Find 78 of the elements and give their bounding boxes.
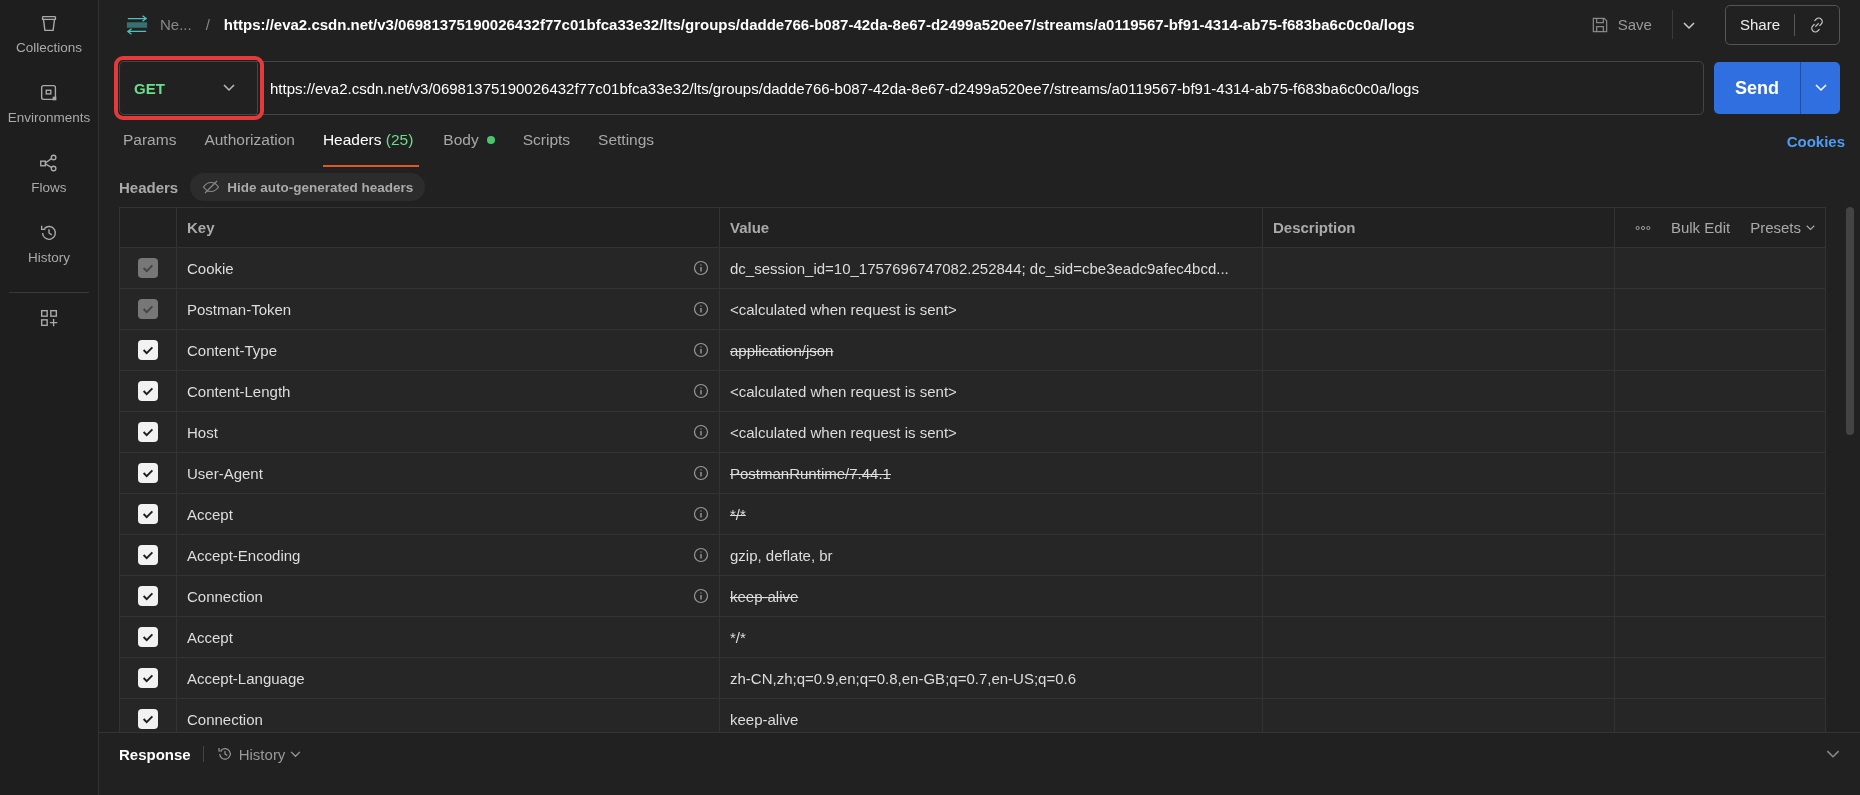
share-button[interactable]: Share bbox=[1725, 5, 1794, 44]
table-cell: keep-alive bbox=[730, 587, 799, 605]
table-cell: Connection bbox=[187, 587, 263, 605]
tab[interactable]: Headers (25) bbox=[322, 115, 420, 167]
response-title: Response bbox=[119, 745, 191, 763]
save-button[interactable]: Save bbox=[1579, 14, 1662, 35]
info-icon[interactable] bbox=[693, 506, 709, 522]
table-cell: dc_session_id=10_1757696747082.252844; dc_sid=cbe3eadc9afec4bcd... bbox=[730, 259, 1229, 277]
table-cell: Accept bbox=[187, 505, 233, 523]
table-cell: <calculated when request is sent> bbox=[730, 300, 957, 318]
table-cell: PostmanRuntime/7.44.1 bbox=[730, 464, 891, 482]
apps-add-icon[interactable] bbox=[38, 307, 60, 329]
hide-headers-toggle[interactable]: Hide auto-generated headers bbox=[190, 173, 426, 201]
info-icon[interactable] bbox=[693, 588, 709, 604]
column-header: Key bbox=[177, 208, 720, 247]
checkbox[interactable] bbox=[138, 709, 158, 729]
table-cell: Content-Type bbox=[187, 341, 278, 359]
info-icon[interactable] bbox=[693, 383, 709, 399]
checkbox[interactable] bbox=[138, 668, 158, 688]
history-icon bbox=[215, 745, 234, 763]
info-icon[interactable] bbox=[693, 424, 709, 440]
caret-icon bbox=[290, 750, 302, 758]
table-cell: keep-alive bbox=[730, 710, 799, 728]
table-cell: Accept-Encoding bbox=[187, 546, 301, 564]
checkbox[interactable] bbox=[138, 545, 158, 565]
caret-icon bbox=[1814, 84, 1827, 92]
table-cell: */* bbox=[730, 505, 746, 523]
info-icon[interactable] bbox=[693, 342, 709, 358]
checkbox[interactable] bbox=[138, 627, 158, 647]
info-icon[interactable] bbox=[693, 547, 709, 563]
table-cell: Postman-Token bbox=[187, 300, 292, 318]
checkbox[interactable] bbox=[138, 340, 158, 360]
bulk-edit-button[interactable]: Bulk Edit bbox=[1670, 219, 1731, 236]
checkbox[interactable] bbox=[138, 381, 158, 401]
sidebar-item[interactable]: Environments bbox=[7, 78, 91, 148]
presets-dropdown[interactable]: Presets bbox=[1750, 219, 1815, 236]
breadcrumb-separator: / bbox=[205, 16, 210, 33]
table-cell: Content-Length bbox=[187, 382, 291, 400]
tab[interactable]: Body bbox=[443, 115, 511, 167]
table-cell: Connection bbox=[187, 710, 263, 728]
table-cell: Accept-Language bbox=[187, 669, 305, 687]
collapse-caret-icon[interactable] bbox=[1826, 749, 1840, 759]
nodes-icon bbox=[38, 152, 60, 174]
table-cell: gzip, deflate, br bbox=[730, 546, 833, 564]
table-cell: application/json bbox=[730, 341, 834, 359]
tab[interactable]: Params bbox=[123, 115, 193, 167]
info-icon[interactable] bbox=[693, 465, 709, 481]
caret-icon bbox=[1806, 224, 1815, 231]
tab[interactable]: Authorization bbox=[204, 115, 311, 167]
sidebar-item[interactable]: Flows bbox=[31, 148, 67, 218]
eye-off-icon bbox=[202, 178, 221, 196]
table-cell: User-Agent bbox=[187, 464, 263, 482]
tab[interactable]: Settings bbox=[598, 115, 671, 167]
checkbox[interactable] bbox=[138, 586, 158, 606]
column-header: Description bbox=[1263, 208, 1615, 247]
table-cell: Host bbox=[187, 423, 218, 441]
column-header: Value bbox=[720, 208, 1263, 247]
section-title: Headers bbox=[119, 178, 179, 196]
table-cell: */* bbox=[730, 628, 746, 646]
checkbox[interactable] bbox=[138, 422, 158, 442]
more-icon[interactable] bbox=[1634, 224, 1651, 231]
cookies-link[interactable]: Cookies bbox=[1786, 115, 1845, 167]
checkbox[interactable] bbox=[138, 463, 158, 483]
history-dropdown[interactable]: History bbox=[215, 745, 302, 763]
caret-icon bbox=[1682, 22, 1695, 30]
table-cell: Accept bbox=[187, 628, 233, 646]
sidebar-item[interactable]: Collections bbox=[16, 8, 82, 78]
http-icon bbox=[124, 13, 150, 36]
tab[interactable]: Scripts bbox=[522, 115, 587, 167]
scrollbar[interactable] bbox=[1846, 207, 1854, 435]
request-tab-name[interactable]: Ne... bbox=[160, 16, 192, 33]
table-cell: zh-CN,zh;q=0.9,en;q=0.8,en-GB;q=0.7,en-US;q=0.6 bbox=[730, 669, 1077, 687]
table-cell: Cookie bbox=[187, 259, 234, 277]
sidebar-item[interactable]: History bbox=[28, 218, 70, 288]
checkbox[interactable] bbox=[138, 504, 158, 524]
table-cell: <calculated when request is sent> bbox=[730, 382, 957, 400]
request-title: https://eva2.csdn.net/v3/06981375190026432f77c01bfca33e32/lts/groups/dadde766-b087-42da-8e67-d2499a520ee7/streams/a0119567-bf91-4314-ab75-f683ba6c0c0a/logs bbox=[223, 16, 1415, 33]
table-cell: <calculated when request is sent> bbox=[730, 423, 957, 441]
